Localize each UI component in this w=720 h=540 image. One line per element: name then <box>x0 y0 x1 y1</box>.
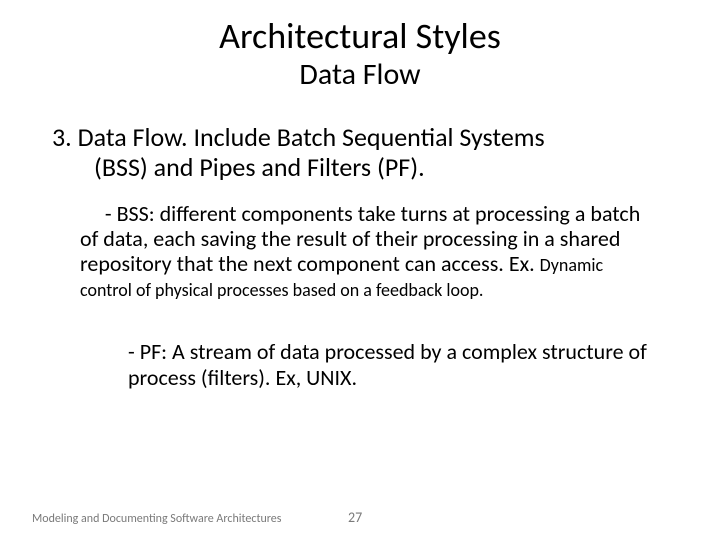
slide-footer: Modeling and Documenting Software Archit… <box>32 512 688 526</box>
section-heading-line1: 3. Data Flow. Include Batch Sequential S… <box>52 123 668 153</box>
pf-paragraph: - PF: A stream of data processed by a co… <box>128 339 648 391</box>
page-subtitle: Data Flow <box>0 56 720 93</box>
section-heading-line2: (BSS) and Pipes and Filters (PF). <box>52 153 668 183</box>
bss-paragraph: - BSS: different components take turns a… <box>80 201 648 301</box>
page-title: Architectural Styles <box>0 14 720 58</box>
bss-lead-spaces <box>80 200 105 227</box>
footer-source: Modeling and Documenting Software Archit… <box>32 512 281 526</box>
footer-page-number: 27 <box>348 509 362 526</box>
section-heading: 3. Data Flow. Include Batch Sequential S… <box>52 123 668 183</box>
pf-text: - PF: A stream of data processed by a co… <box>128 338 647 391</box>
